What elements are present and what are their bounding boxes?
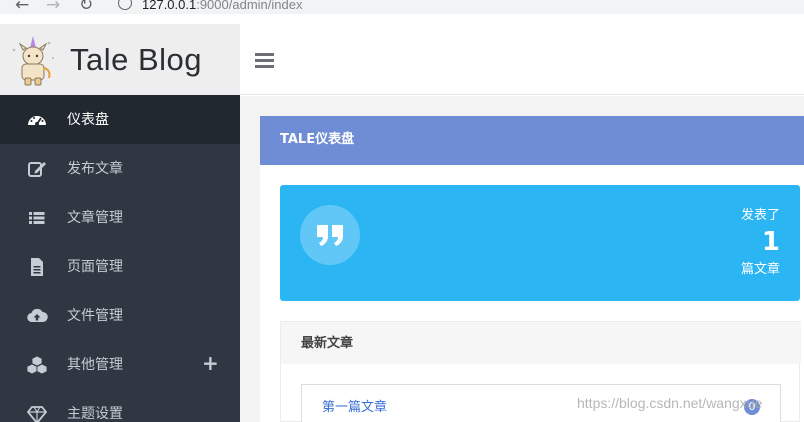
back-arrow-icon[interactable]: ← bbox=[15, 0, 29, 14]
dashboard-icon bbox=[28, 116, 46, 126]
sidebar-item-label: 主题设置 bbox=[67, 406, 123, 422]
cubes-icon bbox=[26, 355, 48, 375]
edit-icon bbox=[28, 162, 46, 177]
sidebar-item-dashboard[interactable]: 仪表盘 bbox=[0, 95, 240, 144]
sidebar-item-pages[interactable]: 页面管理 bbox=[0, 242, 240, 291]
sidebar-item-other[interactable]: 其他管理 + bbox=[0, 340, 240, 389]
sidebar-logo[interactable]: Tale Blog bbox=[0, 24, 240, 95]
latest-articles-header: 最新文章 bbox=[281, 322, 801, 364]
sidebar: 仪表盘 发布文章 文章管理 页面管理 文件管理 其他管理 + 主题设置 bbox=[0, 95, 240, 422]
diamond-icon bbox=[26, 406, 48, 422]
sidebar-item-label: 其他管理 bbox=[67, 357, 123, 373]
sidebar-item-label: 文件管理 bbox=[67, 308, 123, 324]
menu-toggle-icon[interactable] bbox=[255, 53, 274, 68]
article-count-card: 发表了 1 篇文章 bbox=[280, 185, 800, 301]
page-title: TALE仪表盘 bbox=[280, 132, 355, 147]
quote-icon bbox=[317, 225, 343, 246]
expand-plus-icon[interactable]: + bbox=[202, 351, 219, 375]
stat-top-label: 发表了 bbox=[740, 208, 780, 223]
latest-articles-title: 最新文章 bbox=[301, 336, 354, 351]
sidebar-item-theme[interactable]: 主题设置 bbox=[0, 389, 240, 422]
stat-icon-circle bbox=[300, 205, 360, 265]
cloud-upload-icon bbox=[27, 308, 48, 323]
brand-name: Tale Blog bbox=[70, 42, 203, 77]
top-header bbox=[240, 24, 804, 95]
panel-header: TALE仪表盘 bbox=[260, 116, 804, 165]
sidebar-item-publish[interactable]: 发布文章 bbox=[0, 144, 240, 193]
sidebar-item-label: 仪表盘 bbox=[67, 112, 109, 128]
panel-body: 发表了 1 篇文章 最新文章 第一篇文章 0 bbox=[260, 165, 804, 422]
forward-arrow-icon[interactable]: → bbox=[46, 0, 60, 14]
browser-toolbar: ← → ↻ 127.0.0.1:9000/admin/index bbox=[0, 0, 804, 14]
site-info-icon[interactable] bbox=[118, 0, 132, 10]
article-link[interactable]: 第一篇文章 bbox=[322, 399, 387, 417]
address-bar[interactable]: 127.0.0.1:9000/admin/index bbox=[142, 0, 302, 14]
article-count: 1 bbox=[761, 227, 780, 257]
sidebar-item-label: 发布文章 bbox=[67, 161, 123, 177]
sidebar-item-files[interactable]: 文件管理 bbox=[0, 291, 240, 340]
list-icon bbox=[29, 212, 45, 224]
sidebar-item-articles[interactable]: 文章管理 bbox=[0, 193, 240, 242]
stat-bottom-label: 篇文章 bbox=[740, 262, 780, 277]
file-icon bbox=[31, 258, 43, 276]
sidebar-item-label: 页面管理 bbox=[67, 259, 123, 275]
unicorn-logo-icon bbox=[12, 36, 54, 86]
main-content: TALE仪表盘 发表了 1 篇文章 最新文章 第一篇文章 0 bbox=[240, 96, 804, 422]
reload-icon[interactable]: ↻ bbox=[79, 0, 93, 14]
watermark: https://blog.csdn.net/wangxue bbox=[577, 395, 763, 411]
sidebar-item-label: 文章管理 bbox=[67, 210, 123, 226]
